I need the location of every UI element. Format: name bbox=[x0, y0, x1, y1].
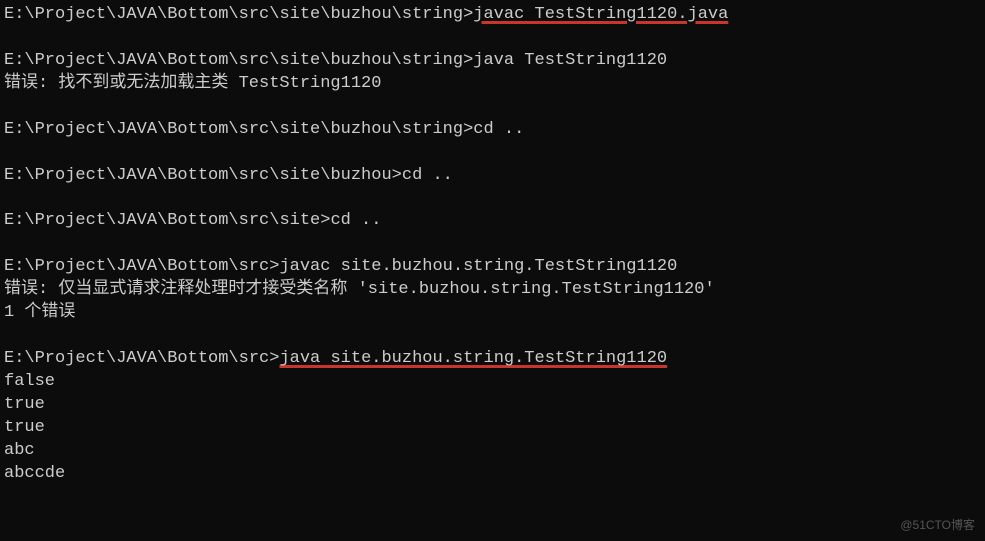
output-error-2a: 错误: 仅当显式请求注释处理时才接受类名称 'site.buzhou.strin… bbox=[4, 279, 985, 302]
output-r2: true bbox=[4, 394, 985, 417]
command-cd: cd .. bbox=[402, 166, 453, 185]
cmd-line-5: E:\Project\JAVA\Bottom\src\site>cd .. bbox=[4, 210, 985, 233]
command-java-short: java TestString1120 bbox=[473, 51, 667, 70]
prompt: E:\Project\JAVA\Bottom\src> bbox=[4, 257, 279, 276]
blank-line bbox=[4, 27, 985, 50]
blank-line bbox=[4, 325, 985, 348]
command-javac-pkg: javac site.buzhou.string.TestString1120 bbox=[279, 257, 677, 276]
blank-line bbox=[4, 142, 985, 165]
prompt: E:\Project\JAVA\Bottom\src\site\buzhou\s… bbox=[4, 5, 473, 24]
blank-line bbox=[4, 188, 985, 211]
output-r5: abccde bbox=[4, 463, 985, 486]
cmd-line-7: E:\Project\JAVA\Bottom\src>java site.buz… bbox=[4, 348, 985, 371]
command-cd: cd .. bbox=[473, 120, 524, 139]
watermark: @51CTO博客 bbox=[900, 517, 975, 533]
cmd-line-2: E:\Project\JAVA\Bottom\src\site\buzhou\s… bbox=[4, 50, 985, 73]
output-error-2b: 1 个错误 bbox=[4, 302, 985, 325]
blank-line bbox=[4, 233, 985, 256]
cmd-line-6: E:\Project\JAVA\Bottom\src>javac site.bu… bbox=[4, 256, 985, 279]
prompt: E:\Project\JAVA\Bottom\src> bbox=[4, 349, 279, 368]
output-error-1: 错误: 找不到或无法加载主类 TestString1120 bbox=[4, 73, 985, 96]
prompt: E:\Project\JAVA\Bottom\src\site> bbox=[4, 211, 330, 230]
cmd-line-1: E:\Project\JAVA\Bottom\src\site\buzhou\s… bbox=[4, 4, 985, 27]
output-r4: abc bbox=[4, 440, 985, 463]
command-java-pkg: java site.buzhou.string.TestString1120 bbox=[279, 349, 667, 368]
cmd-line-3: E:\Project\JAVA\Bottom\src\site\buzhou\s… bbox=[4, 119, 985, 142]
blank-line bbox=[4, 96, 985, 119]
command-javac: javac TestString1120.java bbox=[473, 5, 728, 24]
prompt: E:\Project\JAVA\Bottom\src\site\buzhou\s… bbox=[4, 120, 473, 139]
prompt: E:\Project\JAVA\Bottom\src\site\buzhou> bbox=[4, 166, 402, 185]
output-r3: true bbox=[4, 417, 985, 440]
command-cd: cd .. bbox=[330, 211, 381, 230]
output-r1: false bbox=[4, 371, 985, 394]
cmd-line-4: E:\Project\JAVA\Bottom\src\site\buzhou>c… bbox=[4, 165, 985, 188]
prompt: E:\Project\JAVA\Bottom\src\site\buzhou\s… bbox=[4, 51, 473, 70]
